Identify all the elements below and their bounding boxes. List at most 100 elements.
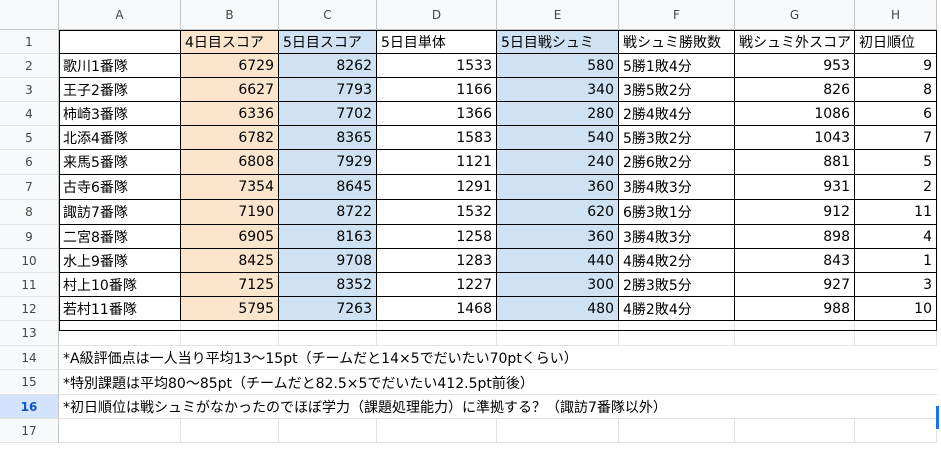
table-cell[interactable]: 580	[497, 54, 619, 78]
table-cell[interactable]: 912	[735, 200, 855, 225]
table-cell[interactable]: 1366	[377, 102, 497, 126]
empty-cell[interactable]	[855, 419, 937, 443]
table-cell[interactable]: 1468	[377, 297, 497, 321]
table-cell[interactable]: 8722	[279, 200, 377, 225]
empty-cell[interactable]	[59, 321, 181, 346]
table-cell[interactable]: 村上10番隊	[59, 273, 181, 297]
table-cell[interactable]: 3勝4敗3分	[619, 175, 735, 200]
table-cell[interactable]: 1121	[377, 150, 497, 175]
table-cell[interactable]: 881	[735, 150, 855, 175]
table-cell[interactable]: 5勝1敗4分	[619, 54, 735, 78]
table-cell[interactable]: 2勝6敗2分	[619, 150, 735, 175]
header-cell-d[interactable]: 5日目単体	[377, 30, 497, 54]
empty-cell[interactable]	[735, 419, 855, 443]
empty-cell[interactable]	[279, 419, 377, 443]
table-cell[interactable]: 8352	[279, 273, 377, 297]
empty-cell[interactable]	[619, 321, 735, 346]
row-header-17[interactable]: 17	[0, 419, 59, 443]
row-header-8[interactable]: 8	[0, 200, 59, 225]
header-cell-g[interactable]: 戦シュミ外スコア	[735, 30, 855, 54]
table-cell[interactable]: 360	[497, 225, 619, 249]
spreadsheet-grid[interactable]: A B C D E F G H 1 2 3 4 5 6 7 8 9 10 11 12 13 14 15 16 17 4日目スコア 5…	[0, 0, 941, 460]
table-cell[interactable]: 1583	[377, 126, 497, 150]
table-cell[interactable]: 10	[855, 297, 937, 321]
column-header-b[interactable]: B	[181, 0, 279, 30]
table-cell[interactable]: 2勝3敗5分	[619, 273, 735, 297]
table-cell[interactable]: 8262	[279, 54, 377, 78]
table-cell[interactable]: 8	[855, 78, 937, 102]
table-cell[interactable]: 898	[735, 225, 855, 249]
table-cell[interactable]: 6782	[181, 126, 279, 150]
table-cell[interactable]: 8645	[279, 175, 377, 200]
row-header-11[interactable]: 11	[0, 273, 59, 297]
row-header-5[interactable]: 5	[0, 126, 59, 150]
table-cell[interactable]: 340	[497, 78, 619, 102]
header-cell-h[interactable]: 初日順位	[855, 30, 937, 54]
column-header-c[interactable]: C	[279, 0, 377, 30]
table-cell[interactable]: 1043	[735, 126, 855, 150]
row-header-16[interactable]: 16	[0, 395, 59, 419]
table-cell[interactable]: 4	[855, 225, 937, 249]
table-cell[interactable]: 1227	[377, 273, 497, 297]
table-cell[interactable]: 1258	[377, 225, 497, 249]
table-cell[interactable]: 7793	[279, 78, 377, 102]
table-cell[interactable]: 480	[497, 297, 619, 321]
table-cell[interactable]: 1086	[735, 102, 855, 126]
table-cell[interactable]: 5795	[181, 297, 279, 321]
table-cell[interactable]: 1532	[377, 200, 497, 225]
table-cell[interactable]: 9	[855, 54, 937, 78]
table-cell[interactable]: 843	[735, 249, 855, 273]
empty-cell[interactable]	[497, 419, 619, 443]
table-cell[interactable]: 7190	[181, 200, 279, 225]
table-cell[interactable]: 北添4番隊	[59, 126, 181, 150]
table-cell[interactable]: 440	[497, 249, 619, 273]
row-header-3[interactable]: 3	[0, 78, 59, 102]
table-cell[interactable]: 7702	[279, 102, 377, 126]
empty-cell[interactable]	[279, 321, 377, 346]
table-cell[interactable]: 9708	[279, 249, 377, 273]
row-header-6[interactable]: 6	[0, 150, 59, 175]
column-header-g[interactable]: G	[735, 0, 855, 30]
empty-cell[interactable]	[377, 321, 497, 346]
row-header-14[interactable]: 14	[0, 346, 59, 370]
row-header-7[interactable]: 7	[0, 175, 59, 200]
table-cell[interactable]: 若村11番隊	[59, 297, 181, 321]
table-cell[interactable]: 6905	[181, 225, 279, 249]
table-cell[interactable]: 王子2番隊	[59, 78, 181, 102]
table-cell[interactable]: 3勝4敗3分	[619, 225, 735, 249]
column-header-e[interactable]: E	[497, 0, 619, 30]
header-cell-a[interactable]	[59, 30, 181, 54]
table-cell[interactable]: 柿崎3番隊	[59, 102, 181, 126]
table-cell[interactable]: 6	[855, 102, 937, 126]
row-header-10[interactable]: 10	[0, 249, 59, 273]
table-cell[interactable]: 7929	[279, 150, 377, 175]
table-cell[interactable]: 280	[497, 102, 619, 126]
row-header-4[interactable]: 4	[0, 102, 59, 126]
table-cell[interactable]: 5勝3敗2分	[619, 126, 735, 150]
empty-cell[interactable]	[59, 419, 181, 443]
row-header-9[interactable]: 9	[0, 225, 59, 249]
table-cell[interactable]: 1166	[377, 78, 497, 102]
row-header-15[interactable]: 15	[0, 370, 59, 395]
table-cell[interactable]: 二宮8番隊	[59, 225, 181, 249]
table-cell[interactable]: 6729	[181, 54, 279, 78]
empty-cell[interactable]	[497, 321, 619, 346]
table-cell[interactable]: 歌川1番隊	[59, 54, 181, 78]
table-cell[interactable]: 6336	[181, 102, 279, 126]
table-cell[interactable]: 古寺6番隊	[59, 175, 181, 200]
header-cell-e[interactable]: 5日目戦シュミ	[497, 30, 619, 54]
table-cell[interactable]: 来馬5番隊	[59, 150, 181, 175]
table-cell[interactable]: 1533	[377, 54, 497, 78]
empty-cell[interactable]	[181, 321, 279, 346]
table-cell[interactable]: 8163	[279, 225, 377, 249]
table-cell[interactable]: 360	[497, 175, 619, 200]
table-cell[interactable]: 水上9番隊	[59, 249, 181, 273]
column-header-f[interactable]: F	[619, 0, 735, 30]
column-header-d[interactable]: D	[377, 0, 497, 30]
header-cell-f[interactable]: 戦シュミ勝敗数	[619, 30, 735, 54]
column-header-h[interactable]: H	[855, 0, 937, 30]
table-cell[interactable]: 620	[497, 200, 619, 225]
table-cell[interactable]: 931	[735, 175, 855, 200]
row-header-13[interactable]: 13	[0, 321, 59, 346]
empty-cell[interactable]	[855, 321, 937, 346]
